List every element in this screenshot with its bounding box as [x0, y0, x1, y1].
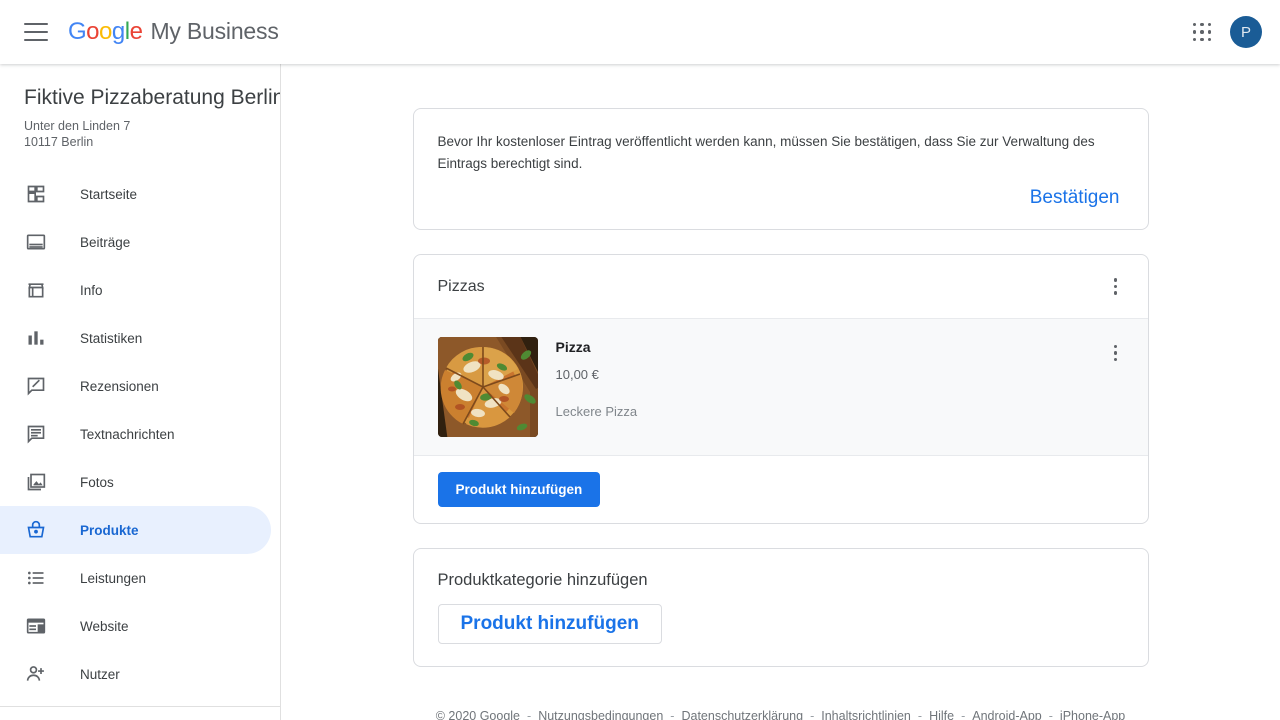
- sidebar-item-label: Website: [80, 618, 129, 634]
- sidebar-item-beitraege[interactable]: Beiträge: [0, 218, 271, 266]
- sidebar-item-label: Statistiken: [80, 330, 143, 346]
- products-card-footer: Produkt hinzufügen: [414, 456, 1148, 523]
- sidebar-item-partial[interactable]: [0, 707, 271, 720]
- app-header: Google My Business P: [0, 0, 1280, 64]
- footer-separator: -: [1048, 709, 1053, 720]
- footer-separator: -: [961, 709, 966, 720]
- sidebar-item-textnachrichten[interactable]: Textnachrichten: [0, 410, 271, 458]
- sidebar-item-nutzer[interactable]: Nutzer: [0, 650, 271, 698]
- product-price: 10,00 €: [555, 367, 599, 382]
- verification-card: Bevor Ihr kostenloser Eintrag veröffentl…: [412, 108, 1149, 230]
- footer-link-iphone-app[interactable]: iPhone-App: [1060, 709, 1125, 720]
- header-actions: P: [1190, 16, 1262, 48]
- copyright: © 2020 Google: [435, 709, 521, 720]
- store-icon: [24, 278, 48, 302]
- post-icon: [24, 230, 48, 254]
- add-product-outline-button[interactable]: Produkt hinzufügen: [437, 604, 662, 644]
- sidebar-item-website[interactable]: Website: [0, 602, 271, 650]
- sidebar-item-label: Beiträge: [80, 234, 131, 250]
- address-line-1: Unter den Linden 7: [24, 119, 131, 133]
- sidebar-item-startseite[interactable]: Startseite: [0, 170, 271, 218]
- sidebar-item-label: Fotos: [80, 474, 114, 490]
- list-icon: [24, 566, 48, 590]
- avatar[interactable]: P: [1230, 16, 1262, 48]
- sidebar-item-leistungen[interactable]: Leistungen: [0, 554, 271, 602]
- sidebar-item-statistiken[interactable]: Statistiken: [0, 314, 271, 362]
- sidebar-item-rezensionen[interactable]: Rezensionen: [0, 362, 271, 410]
- sidebar-item-label: Rezensionen: [80, 378, 159, 394]
- product-info: Pizza 10,00 € Leckere Pizza: [538, 337, 1100, 419]
- products-card: Pizzas Pizza 10,00 € Leckere Pizza Produ…: [412, 254, 1149, 524]
- footer-separator: -: [670, 709, 675, 720]
- product-list-item[interactable]: Pizza 10,00 € Leckere Pizza: [413, 319, 1148, 456]
- message-icon: [24, 422, 48, 446]
- add-product-button[interactable]: Produkt hinzufügen: [437, 472, 601, 507]
- product-name: My Business: [150, 18, 279, 44]
- website-icon: [24, 614, 48, 638]
- main-content: Bevor Ihr kostenloser Eintrag veröffentl…: [281, 64, 1280, 720]
- footer-link-terms[interactable]: Nutzungsbedingungen: [538, 709, 663, 720]
- add-user-icon: [24, 662, 48, 686]
- footer-link-help[interactable]: Hilfe: [929, 709, 954, 720]
- footer-link-android-app[interactable]: Android-App: [972, 709, 1042, 720]
- footer-separator: -: [917, 709, 923, 720]
- sidebar-item-label: Produkte: [80, 522, 139, 538]
- apps-grid-icon[interactable]: [1190, 20, 1214, 44]
- sidebar-item-info[interactable]: Info: [0, 266, 271, 314]
- sidebar: Fiktive Pizzaberatung Berlin Unter den L…: [0, 64, 281, 720]
- products-card-header: Pizzas: [413, 255, 1148, 319]
- product-description: Leckere Pizza: [555, 404, 638, 419]
- sidebar-item-fotos[interactable]: Fotos: [0, 458, 271, 506]
- verify-button[interactable]: Bestätigen: [1026, 185, 1124, 211]
- pizza-photo: [437, 337, 538, 437]
- footer-link-content-policy[interactable]: Inhaltsrichtlinien: [821, 709, 911, 720]
- business-address: Unter den Linden 7 10117 Berlin: [0, 112, 280, 150]
- sidebar-item-label: Leistungen: [80, 570, 147, 586]
- verification-message: Bevor Ihr kostenloser Eintrag veröffentl…: [437, 134, 1095, 171]
- address-line-2: 10117 Berlin: [24, 135, 94, 149]
- add-category-body: Produkt hinzufügen: [414, 590, 1148, 666]
- add-category-card: Produktkategorie hinzufügen Produkt hinz…: [412, 548, 1149, 667]
- products-card-title: Pizzas: [437, 277, 485, 295]
- business-name: Fiktive Pizzaberatung Berlin: [24, 86, 281, 109]
- footer: © 2020 Google - Nutzungsbedingungen - Da…: [413, 691, 1149, 720]
- add-category-title: Produktkategorie hinzufügen: [437, 571, 648, 589]
- dashboard-icon: [24, 182, 48, 206]
- content-column: Bevor Ihr kostenloser Eintrag veröffentl…: [412, 64, 1149, 720]
- more-vert-icon[interactable]: [1100, 271, 1132, 303]
- sidebar-item-label: Textnachrichten: [80, 426, 175, 442]
- hamburger-menu-icon[interactable]: [24, 23, 48, 41]
- sidebar-item-produkte[interactable]: Produkte: [0, 506, 271, 554]
- product-name: Pizza: [555, 339, 591, 355]
- review-icon: [24, 374, 48, 398]
- google-logo: Google: [68, 18, 143, 45]
- sidebar-nav: Startseite Beiträge Info Statistiken Rez: [0, 170, 280, 720]
- sidebar-item-label: Info: [80, 282, 103, 298]
- footer-separator: -: [527, 709, 532, 720]
- sidebar-item-label: Startseite: [80, 186, 138, 202]
- sidebar-item-label: Nutzer: [80, 666, 120, 682]
- basket-icon: [24, 518, 48, 542]
- brand: Google My Business: [68, 18, 279, 46]
- photo-icon: [24, 470, 48, 494]
- more-vert-icon[interactable]: [1100, 337, 1132, 369]
- footer-separator: -: [810, 709, 815, 720]
- bar-chart-icon: [24, 326, 48, 350]
- footer-link-privacy[interactable]: Datenschutzerklärung: [681, 709, 803, 720]
- verification-actions: Bestätigen: [414, 175, 1148, 229]
